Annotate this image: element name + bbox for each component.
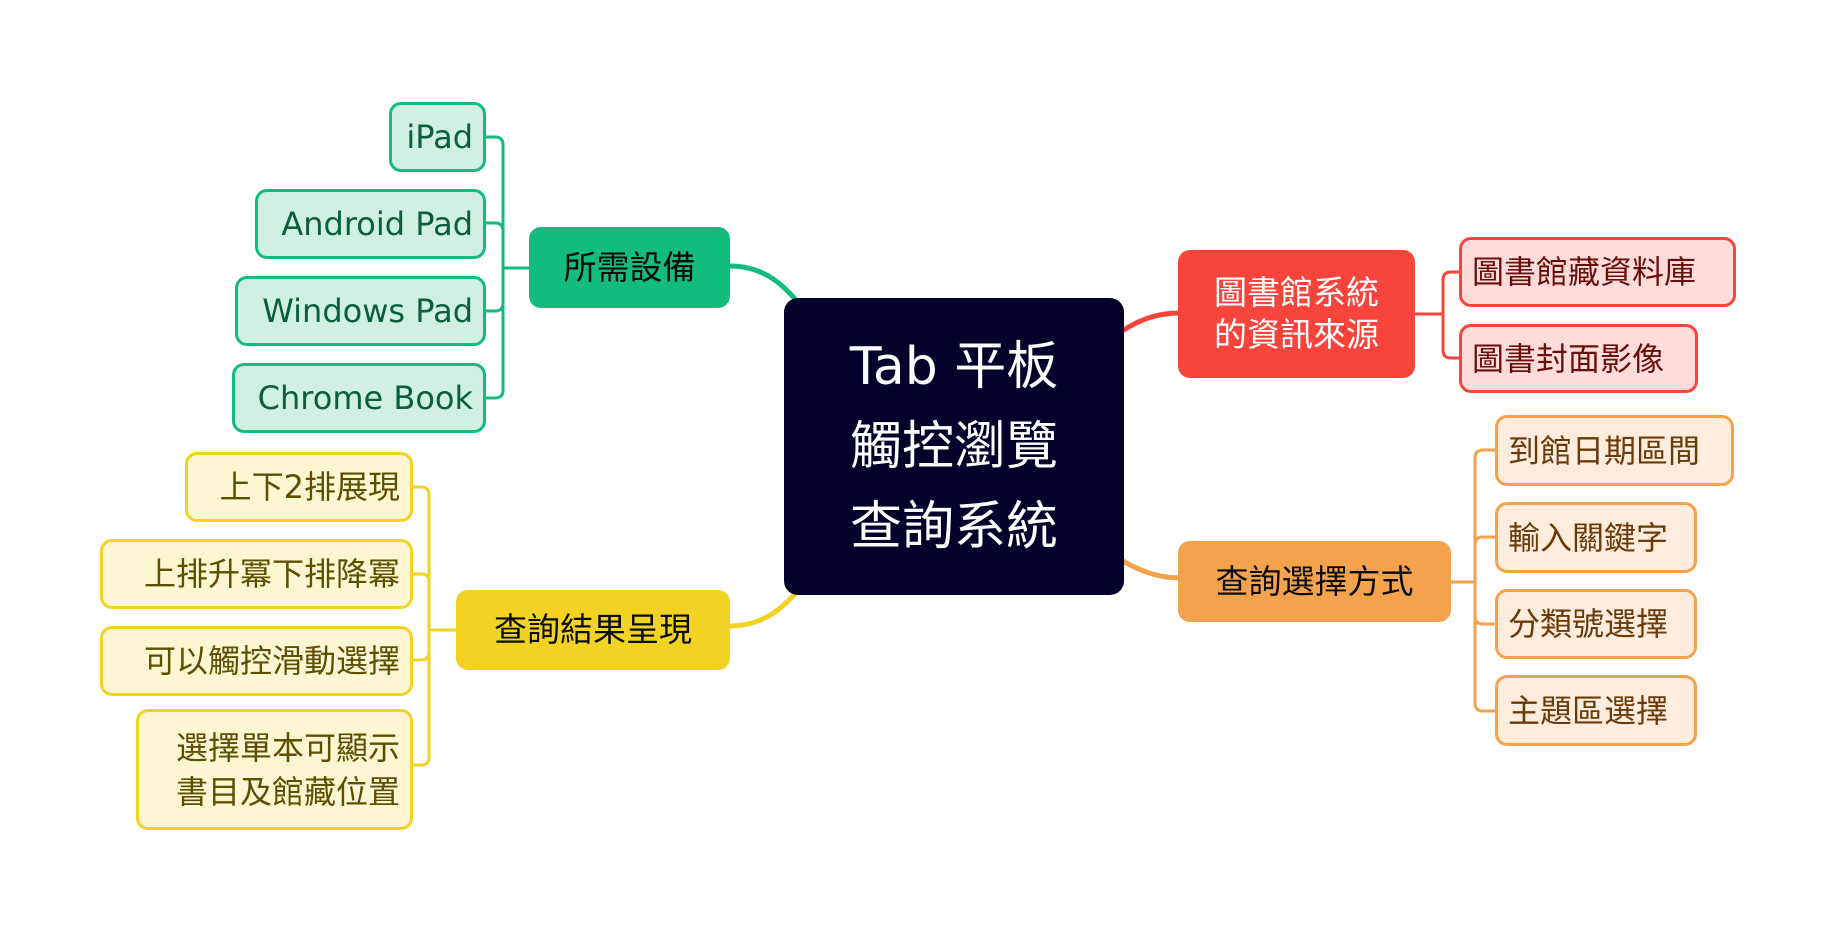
- subtopic-windows-pad[interactable]: Windows Pad: [235, 276, 486, 346]
- subtopic-sort-order[interactable]: 上排升冪下排降冪: [100, 539, 413, 609]
- subtopic-label: 圖書封面影像: [1472, 339, 1665, 378]
- subtopic-android-pad[interactable]: Android Pad: [255, 189, 486, 259]
- connector-devices-children: [486, 135, 529, 400]
- topic-sources[interactable]: 圖書館系統 的資訊來源: [1178, 250, 1415, 378]
- subtopic-label: Windows Pad: [262, 292, 473, 330]
- subtopic-label: 可以觸控滑動選擇: [143, 642, 400, 680]
- subtopic-two-rows[interactable]: 上下2排展現: [185, 452, 413, 522]
- subtopic-date-range[interactable]: 到館日期區間: [1495, 415, 1734, 486]
- subtopic-label: 圖書館藏資料庫: [1472, 253, 1697, 291]
- connector-central-sources: [1116, 310, 1181, 337]
- subtopic-label: Android Pad: [281, 205, 473, 243]
- subtopic-chrome-book[interactable]: Chrome Book: [232, 363, 486, 433]
- subtopic-subject-area[interactable]: 主題區選擇: [1495, 675, 1697, 746]
- subtopic-label: 輸入關鍵字: [1508, 518, 1669, 557]
- subtopic-show-holdings[interactable]: 選擇單本可顯示 書目及館藏位置: [136, 709, 413, 830]
- subtopic-label: 分類號選擇: [1508, 605, 1669, 643]
- topic-results-label: 查詢結果呈現: [494, 610, 692, 649]
- subtopic-label: 上下2排展現: [219, 468, 400, 506]
- subtopic-label: 上排升冪下排降冪: [143, 555, 400, 593]
- central-topic[interactable]: Tab 平板 觸控瀏覽 查詢系統: [784, 298, 1124, 595]
- connector-query-children: [1451, 448, 1495, 713]
- connector-sources-children: [1415, 270, 1459, 360]
- subtopic-label: Chrome Book: [257, 379, 473, 417]
- subtopic-keyword[interactable]: 輸入關鍵字: [1495, 502, 1697, 573]
- topic-sources-label: 圖書館系統 的資訊來源: [1214, 273, 1379, 354]
- subtopic-holdings-db[interactable]: 圖書館藏資料庫: [1459, 237, 1736, 307]
- topic-devices-label: 所需設備: [563, 247, 696, 287]
- subtopic-label: 到館日期區間: [1508, 431, 1701, 470]
- topic-results[interactable]: 查詢結果呈現: [456, 590, 730, 670]
- connector-central-devices: [728, 263, 802, 307]
- subtopic-cover-images[interactable]: 圖書封面影像: [1459, 324, 1698, 393]
- topic-query-label: 查詢選擇方式: [1215, 561, 1414, 601]
- subtopic-touch-swipe[interactable]: 可以觸控滑動選擇: [100, 626, 413, 696]
- subtopic-label: 選擇單本可顯示 書目及館藏位置: [175, 728, 400, 811]
- topic-devices[interactable]: 所需設備: [529, 227, 730, 308]
- subtopic-label: iPad: [406, 118, 473, 156]
- connector-central-results: [728, 586, 802, 629]
- connector-central-query: [1116, 555, 1181, 581]
- subtopic-ipad[interactable]: iPad: [389, 102, 486, 172]
- central-topic-label: Tab 平板 觸控瀏覽 查詢系統: [849, 336, 1059, 557]
- connector-results-children: [413, 485, 456, 767]
- subtopic-classification[interactable]: 分類號選擇: [1495, 589, 1697, 659]
- topic-query[interactable]: 查詢選擇方式: [1178, 541, 1451, 622]
- subtopic-label: 主題區選擇: [1508, 691, 1669, 730]
